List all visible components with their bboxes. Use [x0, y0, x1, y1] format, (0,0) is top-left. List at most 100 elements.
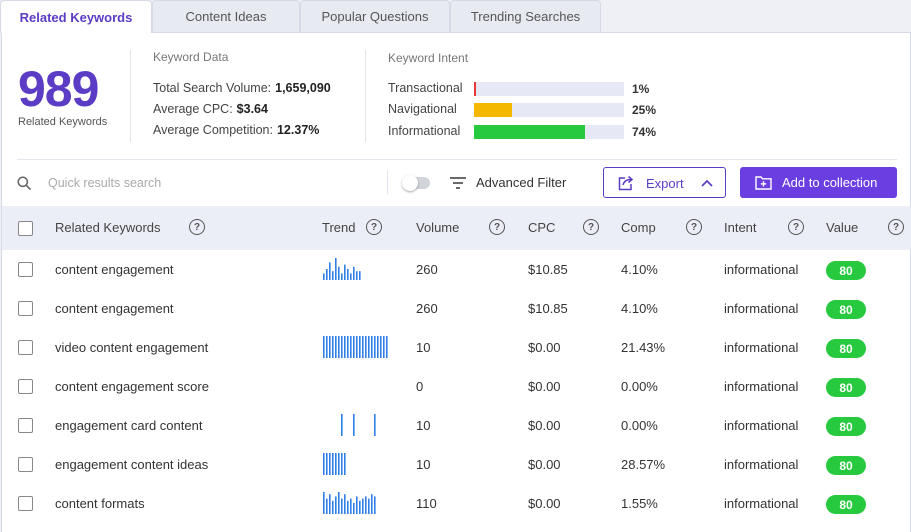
cpc-cell: $0.00 [528, 496, 561, 511]
help-icon[interactable]: ? [489, 219, 505, 235]
filter-icon[interactable] [450, 177, 466, 189]
value-badge: 80 [826, 378, 866, 397]
trend-chart [322, 297, 392, 319]
trend-bar [359, 336, 361, 358]
comp-cell: 21.43% [621, 340, 666, 355]
intent-navigational-label: Navigational [388, 102, 457, 116]
volume-cell: 260 [416, 301, 438, 316]
trend-bar [359, 271, 361, 280]
comp-cell: 28.57% [621, 457, 666, 472]
row-checkbox[interactable] [18, 418, 33, 433]
cpc-cell: $0.00 [528, 379, 561, 394]
row-checkbox[interactable] [18, 379, 33, 394]
keyword-cell[interactable]: content formats [55, 496, 145, 511]
help-icon[interactable]: ? [788, 219, 804, 235]
column-header-intent[interactable]: Intent [724, 220, 757, 235]
trend-bar [329, 336, 331, 358]
row-checkbox[interactable] [18, 301, 33, 316]
search-icon [17, 176, 31, 190]
trend-bar [353, 336, 355, 358]
intent-cell: informational [724, 262, 799, 277]
intent-cell: informational [724, 301, 799, 316]
trend-chart [322, 375, 392, 397]
add-to-collection-label: Add to collection [782, 175, 878, 190]
total-search-volume-value: 1,659,090 [275, 81, 331, 95]
quick-results-search-input[interactable] [48, 171, 368, 195]
column-header-comp[interactable]: Comp [621, 220, 656, 235]
help-icon[interactable]: ? [888, 219, 904, 235]
select-all-checkbox[interactable] [18, 221, 33, 236]
trend-bar [374, 336, 376, 358]
tab-popular-questions[interactable]: Popular Questions [300, 0, 450, 32]
table-row[interactable]: content engagement 260 $10.85 4.10% info… [2, 250, 911, 289]
comp-cell: 1.55% [621, 496, 658, 511]
trend-bar [350, 498, 352, 514]
trend-bar [344, 494, 346, 514]
trend-bar [383, 336, 385, 358]
comp-cell: 0.00% [621, 418, 658, 433]
column-header-volume[interactable]: Volume [416, 220, 459, 235]
help-icon[interactable]: ? [189, 219, 205, 235]
advanced-filter-button[interactable]: Advanced Filter [476, 175, 566, 190]
column-header-trend[interactable]: Trend [322, 220, 355, 235]
trend-bar [362, 498, 364, 514]
table-row[interactable]: content engagement score 0 $0.00 0.00% i… [2, 367, 911, 406]
trend-bar [347, 500, 349, 514]
row-checkbox[interactable] [18, 496, 33, 511]
row-checkbox[interactable] [18, 262, 33, 277]
keyword-cell[interactable]: content engagement [55, 301, 174, 316]
tab-related-keywords[interactable]: Related Keywords [0, 0, 152, 33]
row-checkbox[interactable] [18, 340, 33, 355]
table-row[interactable]: video content engagement 10 $0.00 21.43%… [2, 328, 911, 367]
table-row[interactable]: content engagement 260 $10.85 4.10% info… [2, 289, 911, 328]
value-badge: 80 [826, 261, 866, 280]
value-badge: 80 [826, 417, 866, 436]
column-header-value[interactable]: Value [826, 220, 858, 235]
trend-bar [344, 453, 346, 475]
trend-bar [329, 453, 331, 475]
filter-toggle[interactable] [402, 175, 430, 191]
add-to-collection-button[interactable]: Add to collection [740, 167, 897, 198]
trend-bar [341, 498, 343, 514]
volume-cell: 10 [416, 457, 431, 472]
intent-cell: informational [724, 496, 799, 511]
trend-bar [356, 271, 358, 280]
tab-trending-searches[interactable]: Trending Searches [450, 0, 601, 32]
add-folder-icon [755, 176, 772, 190]
table-row[interactable]: engagement content ideas 10 $0.00 28.57%… [2, 445, 911, 484]
trend-bar [350, 336, 352, 358]
trend-bar [374, 496, 376, 514]
row-checkbox[interactable] [18, 457, 33, 472]
keyword-cell[interactable]: content engagement score [55, 379, 209, 394]
volume-cell: 110 [416, 496, 437, 511]
divider [365, 50, 366, 142]
column-header-keyword[interactable]: Related Keywords [55, 220, 161, 235]
tab-bar: Related Keywords Content Ideas Popular Q… [0, 0, 911, 33]
trend-bar [332, 336, 334, 358]
keyword-cell[interactable]: engagement card content [55, 418, 202, 433]
trend-bar [371, 336, 373, 358]
keyword-cell[interactable]: engagement content ideas [55, 457, 208, 472]
trend-bar [356, 496, 358, 514]
table-row[interactable]: engagement card content 10 $0.00 0.00% i… [2, 406, 911, 445]
tab-content-ideas[interactable]: Content Ideas [152, 0, 300, 32]
trend-chart [323, 258, 361, 280]
trend-bar [362, 336, 364, 358]
export-button[interactable]: Export [603, 167, 726, 198]
intent-informational-bar [474, 125, 624, 139]
table-row[interactable]: content formats 110 $0.00 1.55% informat… [2, 484, 911, 523]
divider [387, 170, 388, 194]
trend-chart [323, 453, 346, 475]
value-badge: 80 [826, 456, 866, 475]
keyword-cell[interactable]: video content engagement [55, 340, 208, 355]
keyword-data-title: Keyword Data [153, 50, 229, 64]
column-header-cpc[interactable]: CPC [528, 220, 555, 235]
keyword-cell[interactable]: content engagement [55, 262, 174, 277]
help-icon[interactable]: ? [686, 219, 702, 235]
help-icon[interactable]: ? [366, 219, 382, 235]
trend-bar [353, 414, 355, 436]
comp-cell: 4.10% [621, 262, 658, 277]
intent-transactional-percent: 1% [632, 82, 650, 96]
volume-cell: 10 [416, 418, 431, 433]
help-icon[interactable]: ? [583, 219, 599, 235]
